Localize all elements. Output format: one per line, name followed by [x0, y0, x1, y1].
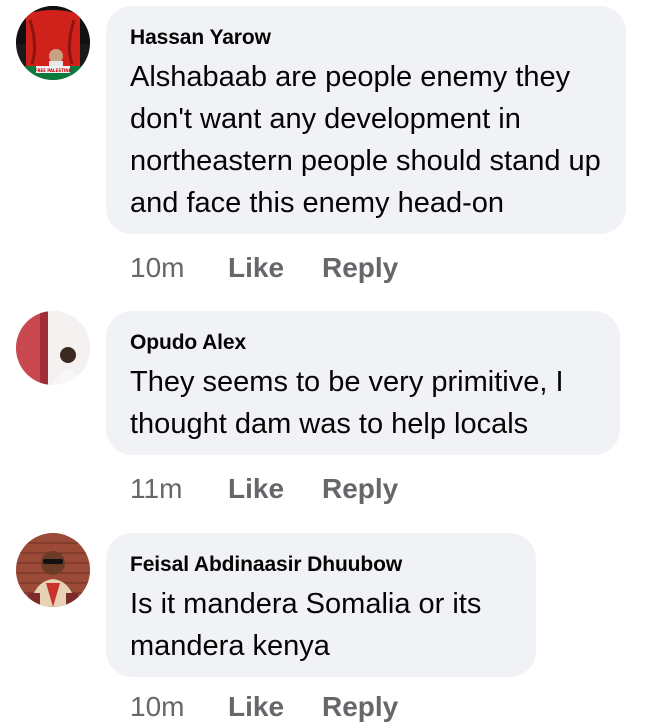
- comment-text: Is it mandera Somalia or its mandera ken…: [130, 588, 482, 662]
- avatar[interactable]: FREE PALESTINE: [16, 6, 90, 80]
- comment-text: Alshabaab are people enemy they don't wa…: [130, 61, 601, 219]
- comment-actions: 10m Like Reply: [130, 690, 398, 724]
- avatar-image: [16, 311, 90, 385]
- comment-timestamp[interactable]: 10m: [130, 690, 228, 724]
- comment-bubble: Opudo Alex They seems to be very primiti…: [106, 311, 620, 455]
- comment-timestamp[interactable]: 10m: [130, 251, 228, 285]
- comment-author[interactable]: Opudo Alex: [130, 329, 596, 357]
- like-button[interactable]: Like: [228, 690, 322, 724]
- comment-author[interactable]: Feisal Abdinaasir Dhuubow: [130, 551, 512, 579]
- avatar[interactable]: [16, 533, 90, 607]
- avatar-image: FREE PALESTINE: [16, 6, 90, 80]
- reply-button[interactable]: Reply: [322, 472, 398, 506]
- comment-bubble: Feisal Abdinaasir Dhuubow Is it mandera …: [106, 533, 536, 677]
- avatar-caption: FREE PALESTINE: [35, 68, 72, 73]
- reply-button[interactable]: Reply: [322, 251, 398, 285]
- comment-timestamp[interactable]: 11m: [130, 472, 228, 506]
- avatar-image: [16, 533, 90, 607]
- comment-text: They seems to be very primitive, I thoug…: [130, 366, 564, 440]
- reply-button[interactable]: Reply: [322, 690, 398, 724]
- comment-bubble: Hassan Yarow Alshabaab are people enemy …: [106, 6, 626, 234]
- comment-author[interactable]: Hassan Yarow: [130, 24, 602, 52]
- avatar[interactable]: [16, 311, 90, 385]
- comment-actions: 10m Like Reply: [130, 251, 398, 285]
- comment-actions: 11m Like Reply: [130, 472, 398, 506]
- like-button[interactable]: Like: [228, 472, 322, 506]
- like-button[interactable]: Like: [228, 251, 322, 285]
